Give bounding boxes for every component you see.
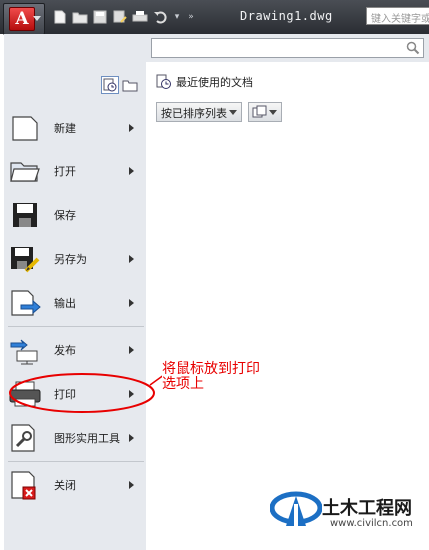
- menu-item-label: 打印: [54, 388, 76, 401]
- recent-documents-icon[interactable]: [101, 76, 119, 94]
- icon-view-icon: [252, 105, 267, 118]
- menu-item-close[interactable]: 关闭: [8, 466, 142, 504]
- title-bar: A ▾ » Drawing1.dwg 键入关键字或短语: [0, 0, 429, 35]
- menu-item-label: 关闭: [54, 479, 76, 492]
- annotation-note: 将鼠标放到打印 选项上: [162, 362, 290, 392]
- annotation-line-1: 将鼠标放到打印: [162, 361, 260, 377]
- submenu-arrow-icon: [129, 390, 134, 398]
- menu-item-save[interactable]: 保存: [8, 196, 142, 234]
- watermark-name: 土木工程网: [322, 498, 412, 519]
- printer-icon: [8, 377, 42, 411]
- save-as-icon[interactable]: [112, 9, 128, 25]
- display-mode-dropdown[interactable]: [248, 102, 282, 122]
- watermark-url: www.civilcn.com: [330, 518, 413, 529]
- watermark: 土木工程网 www.civilcn.com: [264, 468, 429, 550]
- submenu-arrow-icon: [129, 346, 134, 354]
- menu-item-label: 新建: [54, 122, 76, 135]
- new-file-icon[interactable]: [52, 9, 68, 25]
- menu-item-label: 保存: [54, 209, 76, 222]
- sort-order-value: 按已排序列表: [161, 107, 227, 120]
- menu-divider: [8, 461, 144, 462]
- submenu-arrow-icon: [129, 124, 134, 132]
- menu-item-open[interactable]: 打开: [8, 152, 142, 190]
- close-document-icon: [8, 468, 42, 502]
- publish-icon: [8, 333, 42, 367]
- print-icon[interactable]: [132, 9, 148, 25]
- annotation-line-2: 选项上: [162, 376, 204, 392]
- chevron-down-icon: [33, 16, 41, 21]
- save-icon[interactable]: [92, 9, 108, 25]
- quick-access-toolbar: ▾ »: [52, 8, 196, 26]
- open-folder-icon[interactable]: [72, 9, 88, 25]
- sort-order-dropdown[interactable]: 按已排序列表: [156, 102, 242, 122]
- help-search-input[interactable]: 键入关键字或短语: [366, 7, 429, 25]
- submenu-arrow-icon: [129, 434, 134, 442]
- document-view-toggle: [101, 76, 139, 94]
- menu-item-export[interactable]: 输出: [8, 284, 142, 322]
- watermark-logo-icon: [270, 491, 322, 526]
- menu-item-print[interactable]: 打印: [8, 375, 142, 413]
- autocad-logo-icon: A: [9, 7, 35, 31]
- open-documents-icon[interactable]: [121, 76, 139, 94]
- undo-icon[interactable]: [152, 9, 168, 25]
- submenu-arrow-icon: [129, 167, 134, 175]
- recent-documents-icon: [156, 74, 171, 89]
- drawing-utilities-icon: [8, 421, 42, 455]
- chevron-down-icon: [229, 110, 237, 115]
- menu-item-new[interactable]: 新建: [8, 109, 142, 147]
- menu-item-drawing-utilities[interactable]: 图形实用工具: [8, 419, 142, 457]
- menu-item-publish[interactable]: 发布: [8, 331, 142, 369]
- menu-divider: [8, 326, 144, 327]
- export-document-icon: [8, 286, 42, 320]
- submenu-arrow-icon: [129, 255, 134, 263]
- menu-item-save-as[interactable]: 另存为: [8, 240, 142, 278]
- menu-item-label: 输出: [54, 297, 76, 310]
- menu-item-label: 另存为: [54, 253, 87, 266]
- undo-dropdown-icon[interactable]: ▾: [172, 12, 182, 22]
- menu-item-label: 打开: [54, 165, 76, 178]
- application-menu-button[interactable]: A: [3, 3, 45, 35]
- chevron-down-icon: [269, 110, 277, 115]
- menu-item-label: 图形实用工具: [54, 432, 120, 445]
- save-disk-icon: [8, 198, 42, 232]
- toolbar-overflow-icon[interactable]: »: [186, 12, 196, 22]
- save-as-disk-icon: [8, 242, 42, 276]
- open-folder-icon: [8, 154, 42, 188]
- menu-item-label: 发布: [54, 344, 76, 357]
- search-icon: [406, 41, 420, 55]
- recent-documents-title: 最近使用的文档: [176, 76, 253, 89]
- submenu-arrow-icon: [129, 299, 134, 307]
- menu-search-input[interactable]: [151, 38, 424, 58]
- recent-documents-header: 最近使用的文档: [156, 74, 253, 90]
- new-document-icon: [8, 111, 42, 145]
- submenu-arrow-icon: [129, 481, 134, 489]
- document-title: Drawing1.dwg: [240, 9, 333, 23]
